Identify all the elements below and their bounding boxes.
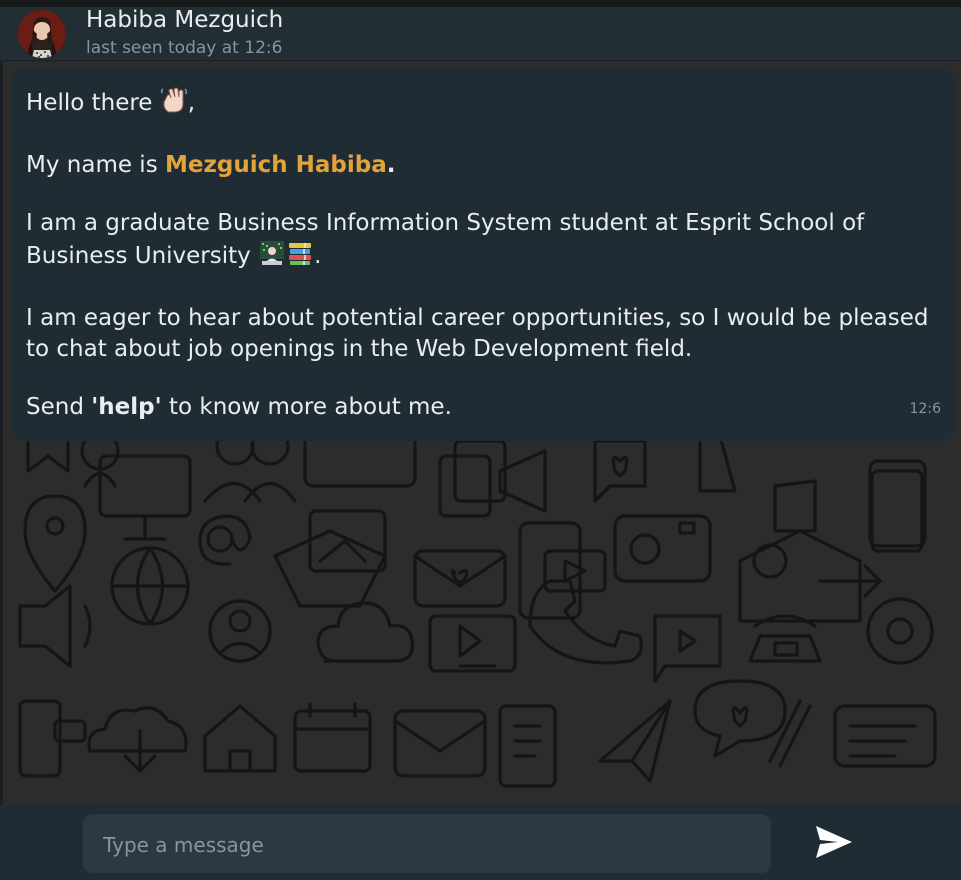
message-bubble[interactable]: Hello there , My name is Mezguich Habiba… xyxy=(11,68,955,441)
greeting-line: Hello there , xyxy=(26,86,940,123)
greeting-text: Hello there xyxy=(26,90,153,116)
student-at-computer-icon xyxy=(258,239,286,276)
greeting-suffix: , xyxy=(187,90,196,116)
books-icon xyxy=(286,239,314,276)
send-button[interactable] xyxy=(814,824,858,864)
avatar[interactable] xyxy=(18,10,66,58)
message-timestamp: 12:6 xyxy=(909,401,941,417)
last-seen-time: 12:6 xyxy=(244,38,283,58)
chat-header: Habiba Mezguich last seen today at 12:6 xyxy=(0,7,961,61)
education-line: I am a graduate Business Information Sys… xyxy=(26,208,940,276)
message-input-container[interactable] xyxy=(83,814,775,875)
help-line: Send 'help' to know more about me. xyxy=(26,392,940,423)
help-keyword: 'help' xyxy=(91,394,162,420)
window-top-strip xyxy=(0,0,961,7)
chat-area: Hello there , My name is Mezguich Habiba… xyxy=(0,61,961,805)
name-line: My name is Mezguich Habiba. xyxy=(26,150,940,181)
last-seen-prefix: last seen today at xyxy=(86,38,245,58)
help-prefix: Send xyxy=(26,394,92,420)
career-line: I am eager to hear about potential caree… xyxy=(26,305,929,362)
contact-name: Habiba Mezguich xyxy=(86,7,284,33)
last-seen-status: last seen today at 12:6 xyxy=(86,38,282,58)
message-input[interactable] xyxy=(101,814,775,875)
name-suffix: . xyxy=(386,152,396,178)
education-text: I am a graduate Business Information Sys… xyxy=(26,210,865,269)
name-highlight: Mezguich Habiba xyxy=(165,152,387,178)
education-suffix: . xyxy=(314,243,322,269)
send-icon xyxy=(816,826,852,858)
waving-hand-icon xyxy=(160,86,188,123)
name-prefix: My name is xyxy=(26,152,165,178)
left-border xyxy=(0,61,3,805)
help-suffix: to know more about me. xyxy=(161,394,452,420)
message-composer xyxy=(0,805,961,880)
